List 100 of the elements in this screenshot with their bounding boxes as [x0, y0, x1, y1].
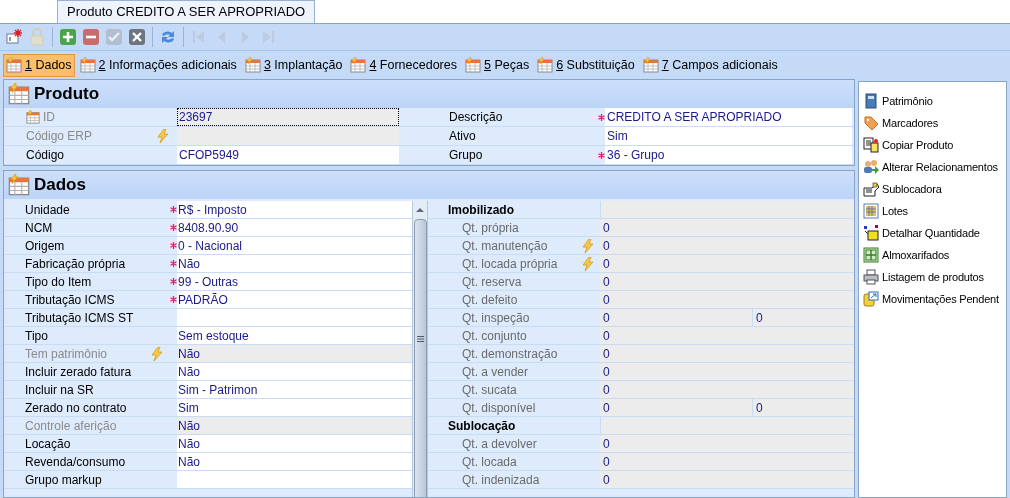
field-label: Qt. própria	[462, 219, 519, 237]
input-field[interactable]: Não	[177, 453, 412, 470]
scroll-thumb[interactable]	[413, 219, 427, 497]
input-field[interactable]: 0	[752, 309, 854, 326]
input-field[interactable]: Sim - Patrimon	[177, 381, 412, 398]
field-label: Fabricação própria	[25, 255, 126, 273]
lightning-icon	[157, 129, 169, 143]
new-record-button[interactable]	[4, 27, 24, 47]
action-link[interactable]: Copiar Produto	[859, 134, 1006, 156]
field-label: Origem	[25, 237, 65, 255]
table-icon	[465, 57, 481, 73]
field-label: Qt. conjunto	[462, 327, 527, 345]
tab[interactable]: 7 Campos adicionais	[639, 53, 781, 77]
tag-icon	[863, 115, 879, 131]
input-field[interactable]: Não	[177, 435, 412, 452]
field-label: Qt. locada	[462, 453, 517, 471]
field-label: Qt. a devolver	[462, 435, 537, 453]
input-field[interactable]: Não	[177, 363, 412, 380]
field-label: Qt. inspeção	[462, 309, 530, 327]
action-link[interactable]: Almoxarifados	[859, 244, 1006, 266]
action-link[interactable]: Alterar Relacionamentos	[859, 156, 1006, 178]
tab[interactable]: 4 Fornecedores	[347, 53, 460, 77]
remove-button[interactable]	[81, 27, 101, 47]
tab[interactable]: 6 Substituição	[534, 53, 638, 77]
table-icon	[350, 57, 367, 73]
input-field[interactable]: 0	[600, 309, 752, 326]
action-link[interactable]: Marcadores	[859, 112, 1006, 134]
field-label: Revenda/consumo	[25, 453, 126, 471]
new-record-icon	[5, 28, 23, 46]
field-label: Incluir na SR	[25, 381, 94, 399]
field-label: Grupo markup	[25, 471, 102, 489]
tab[interactable]: 5 Peças	[462, 53, 533, 77]
action-link[interactable]: Detalhar Quantidade	[859, 222, 1006, 244]
field-label: Tipo do Item	[25, 273, 92, 291]
table-icon	[8, 174, 30, 196]
field-label: Descrição	[449, 109, 503, 126]
scroll-up-icon[interactable]	[415, 205, 425, 215]
table-icon	[79, 57, 96, 73]
input-field[interactable]: R$ - Imposto	[177, 201, 412, 218]
field-label: Tributação ICMS	[25, 291, 115, 309]
table-icon	[8, 83, 30, 105]
table-icon	[6, 57, 22, 73]
input-field[interactable]: 8408.90.90	[177, 219, 412, 236]
table-icon	[642, 57, 659, 73]
check-icon	[105, 28, 123, 46]
lightning-icon	[582, 256, 594, 271]
grid-icon	[863, 203, 879, 219]
input-field[interactable]: 36 - Grupo	[605, 146, 852, 164]
people-arrow-icon	[863, 159, 879, 175]
lightning-icon	[151, 346, 163, 361]
action-link[interactable]: Lotes	[859, 200, 1006, 222]
input-field[interactable]: Não	[177, 255, 412, 272]
field-label: Locação	[25, 435, 71, 453]
add-icon	[59, 28, 77, 46]
scrollbar[interactable]	[412, 201, 428, 497]
field-label: Código	[26, 147, 65, 164]
input-field[interactable]: 0 - Nacional	[177, 237, 412, 254]
document-tab[interactable]: Produto CREDITO A SER APROPRIADO	[57, 0, 316, 23]
field-label: Tributação ICMS ST	[25, 309, 134, 327]
field-label: Qt. defeito	[462, 291, 518, 309]
action-link[interactable]: Patrimônio	[859, 90, 1006, 112]
box-detail-icon	[863, 225, 879, 241]
field-label: Grupo	[449, 147, 483, 164]
grid-square-icon	[863, 247, 879, 263]
input-field[interactable]	[177, 309, 412, 326]
field-label: Tem patrimônio	[25, 345, 108, 363]
field-label: Incluir zerado fatura	[25, 363, 132, 381]
section-title: Produto	[34, 83, 100, 106]
document-copy-icon	[863, 137, 879, 153]
document-arrow-icon	[863, 291, 879, 307]
table-icon	[537, 57, 554, 73]
field-label: Qt. disponível	[462, 399, 536, 417]
section-title: Dados	[34, 174, 86, 197]
action-link[interactable]: Listagem de produtos	[859, 266, 1006, 288]
lock-icon	[28, 28, 46, 46]
input-field[interactable]: Sim	[177, 399, 412, 416]
group-label: Imobilizado	[448, 201, 514, 219]
field-label: Qt. demonstração	[462, 345, 558, 363]
table-icon	[244, 57, 261, 73]
field-label: NCM	[25, 219, 53, 237]
field-label: Qt. manutenção	[462, 237, 548, 255]
input-field[interactable]: 0	[600, 399, 752, 416]
input-field[interactable]: 99 - Outras	[177, 273, 412, 290]
input-field[interactable]: Sem estoque	[177, 327, 412, 344]
input-field[interactable]: CFOP5949	[177, 146, 399, 164]
tab[interactable]: 1 Dados	[3, 53, 75, 77]
table-icon	[26, 110, 40, 124]
cancel-button[interactable]	[127, 27, 147, 47]
input-field[interactable]	[177, 471, 412, 488]
remove-icon	[82, 28, 100, 46]
field-label: Controle aferição	[25, 417, 117, 435]
tab[interactable]: 3 Implantação	[241, 53, 346, 77]
add-button[interactable]	[58, 27, 78, 47]
lightning-icon	[582, 238, 594, 253]
action-link[interactable]: Sublocadora	[859, 178, 1006, 200]
input-field[interactable]: 0	[752, 399, 854, 416]
tab[interactable]: 2 Informações adicionais	[76, 53, 240, 77]
input-field[interactable]: PADRÃO	[177, 291, 412, 308]
action-link[interactable]: Movimentações Pendent	[859, 288, 1006, 310]
field-label: Código ERP	[26, 128, 93, 145]
